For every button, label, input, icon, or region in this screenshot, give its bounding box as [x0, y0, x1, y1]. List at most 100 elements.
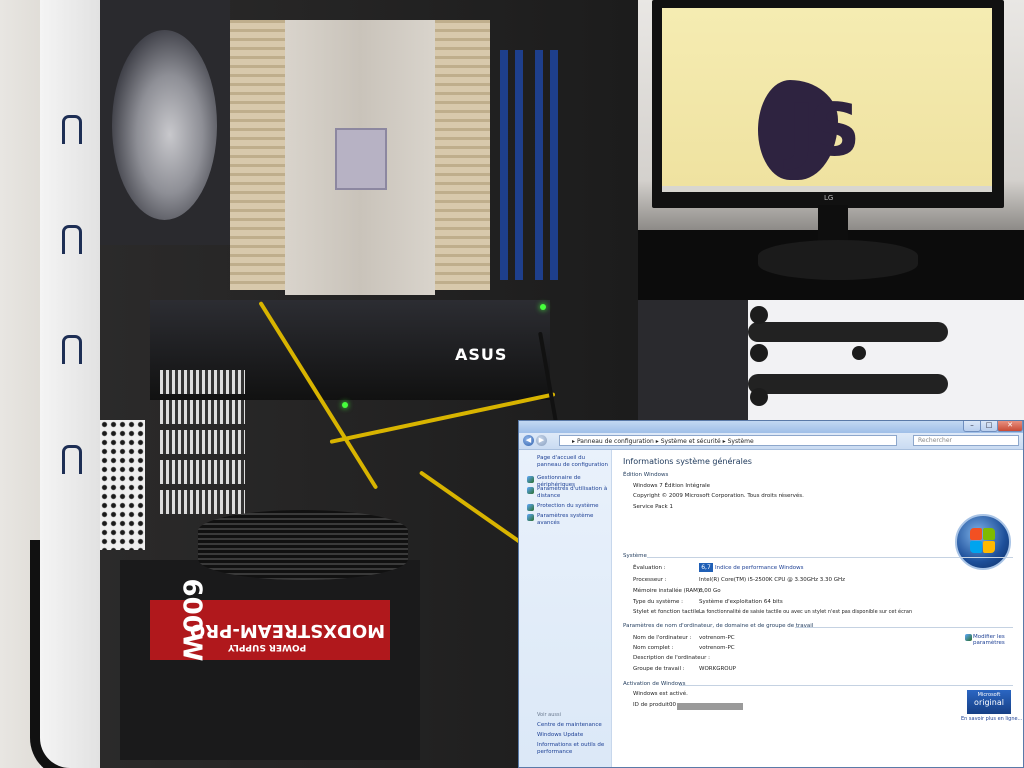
see-also-title: Voir aussi	[537, 712, 561, 718]
shield-icon	[527, 476, 534, 483]
section-activation-header: Activation de Windows	[623, 681, 686, 687]
pci-bracket	[160, 430, 245, 454]
cooler-fan	[430, 20, 490, 290]
change-settings-link[interactable]: Modifier les paramètres	[973, 634, 1017, 646]
flag-green	[983, 528, 995, 540]
section-computer-header: Paramètres de nom d'ordinateur, de domai…	[623, 623, 814, 629]
status-led	[540, 304, 546, 310]
advanced-settings-link[interactable]: Paramètres système avancés	[537, 513, 609, 527]
monitor-photo: JS LG	[638, 0, 1024, 300]
section-divider	[795, 627, 1013, 628]
bay-screw	[852, 346, 866, 360]
workgroup-label: Groupe de travail :	[633, 666, 685, 672]
pci-bracket	[160, 490, 245, 514]
system-type-label: Type du système :	[633, 599, 683, 605]
windows-flag-icon	[970, 528, 996, 554]
case-slot	[62, 335, 82, 364]
monitor-stand	[818, 205, 848, 245]
full-name-label: Nom complet :	[633, 645, 674, 651]
flag-yellow	[983, 541, 995, 553]
description-label: Description de l'ordinateur :	[633, 655, 711, 661]
pci-bracket	[160, 400, 245, 424]
noctua-badge	[335, 128, 387, 190]
fan-blade	[112, 30, 217, 220]
psu-model-text: MODXSTREAM-PRO	[190, 620, 386, 641]
search-input[interactable]: Rechercher	[913, 435, 1019, 446]
bay-shadow	[638, 300, 748, 420]
genuine-microsoft-badge: Microsoft original	[967, 690, 1011, 714]
system-type-value: Système d'exploitation 64 bits	[699, 599, 783, 605]
windows-update-link[interactable]: Windows Update	[537, 732, 609, 739]
wallpaper-js-logo: JS	[788, 88, 861, 172]
shield-icon	[527, 487, 534, 494]
breadcrumb-separator: ▸	[572, 438, 576, 445]
case-slot	[62, 445, 82, 474]
system-properties-window: – □ ✕ ◀ ▶ ▸ Panneau de configuration ▸ S…	[518, 420, 1024, 768]
shield-icon	[527, 504, 534, 511]
performance-score-badge[interactable]: 6,7	[699, 563, 713, 572]
monitor-base	[758, 240, 918, 280]
cooler-fan	[230, 20, 290, 290]
case-slot	[62, 115, 82, 144]
pci-bracket	[160, 460, 245, 484]
monitor-brand: LG	[824, 194, 834, 202]
service-pack: Service Pack 1	[633, 504, 673, 510]
breadcrumb-separator: ▸	[722, 438, 726, 445]
back-arrow-icon[interactable]: ◀	[523, 435, 534, 446]
section-divider	[647, 557, 1013, 558]
ram-stick	[550, 50, 558, 280]
learn-more-link[interactable]: En savoir plus en ligne...	[961, 716, 1022, 722]
ram-stick	[535, 50, 543, 280]
ram-label: Mémoire installée (RAM) :	[633, 588, 704, 594]
breadcrumb-control-panel[interactable]: Panneau de configuration	[577, 438, 654, 445]
windows-logo-icon	[955, 514, 1011, 570]
drive-bay-slot	[748, 374, 948, 394]
close-button[interactable]: ✕	[997, 421, 1023, 432]
psu-subtitle-text: POWER SUPPLY	[228, 642, 307, 652]
minimize-button[interactable]: –	[963, 421, 981, 432]
forward-arrow-icon[interactable]: ▶	[536, 435, 547, 446]
redacted-product-id	[677, 703, 743, 710]
computer-name-value: votrenom-PC	[699, 635, 735, 641]
breadcrumb-system[interactable]: Système	[728, 438, 754, 445]
section-divider	[679, 685, 1013, 686]
vent-grid	[100, 420, 145, 550]
page-title: Informations système générales	[623, 457, 752, 466]
breadcrumb[interactable]: ▸ Panneau de configuration ▸ Système et …	[559, 435, 897, 446]
action-center-link[interactable]: Centre de maintenance	[537, 722, 609, 729]
psu-fan-grill	[198, 510, 408, 580]
case-slot	[62, 225, 82, 254]
system-protection-link[interactable]: Protection du système	[537, 503, 609, 510]
remote-settings-link[interactable]: Paramètres d'utilisation à distance	[537, 486, 609, 500]
processor-value: Intel(R) Core(TM) i5-2500K CPU @ 3.30GHz…	[699, 577, 846, 583]
ram-stick	[500, 50, 508, 280]
left-task-pane: Page d'accueil du panneau de configurati…	[519, 450, 612, 767]
bay-screw	[750, 344, 768, 362]
full-name-value: votrenom-PC	[699, 645, 735, 651]
breadcrumb-security[interactable]: Système et sécurité	[661, 438, 721, 445]
bay-screw	[750, 388, 768, 406]
maximize-button[interactable]: □	[980, 421, 998, 432]
ram-stick	[515, 50, 523, 280]
performance-tools-link[interactable]: Informations et outils de performance	[537, 742, 609, 756]
status-led	[342, 402, 348, 408]
windows-edition: Windows 7 Édition Intégrale	[633, 483, 711, 489]
performance-index-link[interactable]: Indice de performance Windows	[715, 565, 803, 571]
shield-icon	[527, 514, 534, 521]
workgroup-value: WORKGROUP	[699, 666, 736, 672]
breadcrumb-separator: ▸	[655, 438, 659, 445]
pen-touch-label: Stylet et fonction tactile :	[633, 609, 703, 615]
rating-label: Évaluation :	[633, 565, 666, 571]
product-id-label: ID de produit :	[633, 702, 673, 708]
shield-icon	[965, 634, 972, 641]
title-bar: – □ ✕	[519, 421, 1023, 433]
power-supply	[120, 560, 420, 760]
drive-bay-slot	[748, 322, 948, 342]
pci-bracket	[160, 370, 245, 394]
control-panel-home-link[interactable]: Page d'accueil du panneau de configurati…	[537, 455, 609, 469]
bay-screw	[750, 306, 768, 324]
mains-cable	[30, 540, 100, 768]
pen-touch-value: La fonctionnalité de saisie tactile ou a…	[699, 609, 913, 615]
section-edition-header: Édition Windows	[623, 472, 669, 478]
computer-name-label: Nom de l'ordinateur :	[633, 635, 692, 641]
